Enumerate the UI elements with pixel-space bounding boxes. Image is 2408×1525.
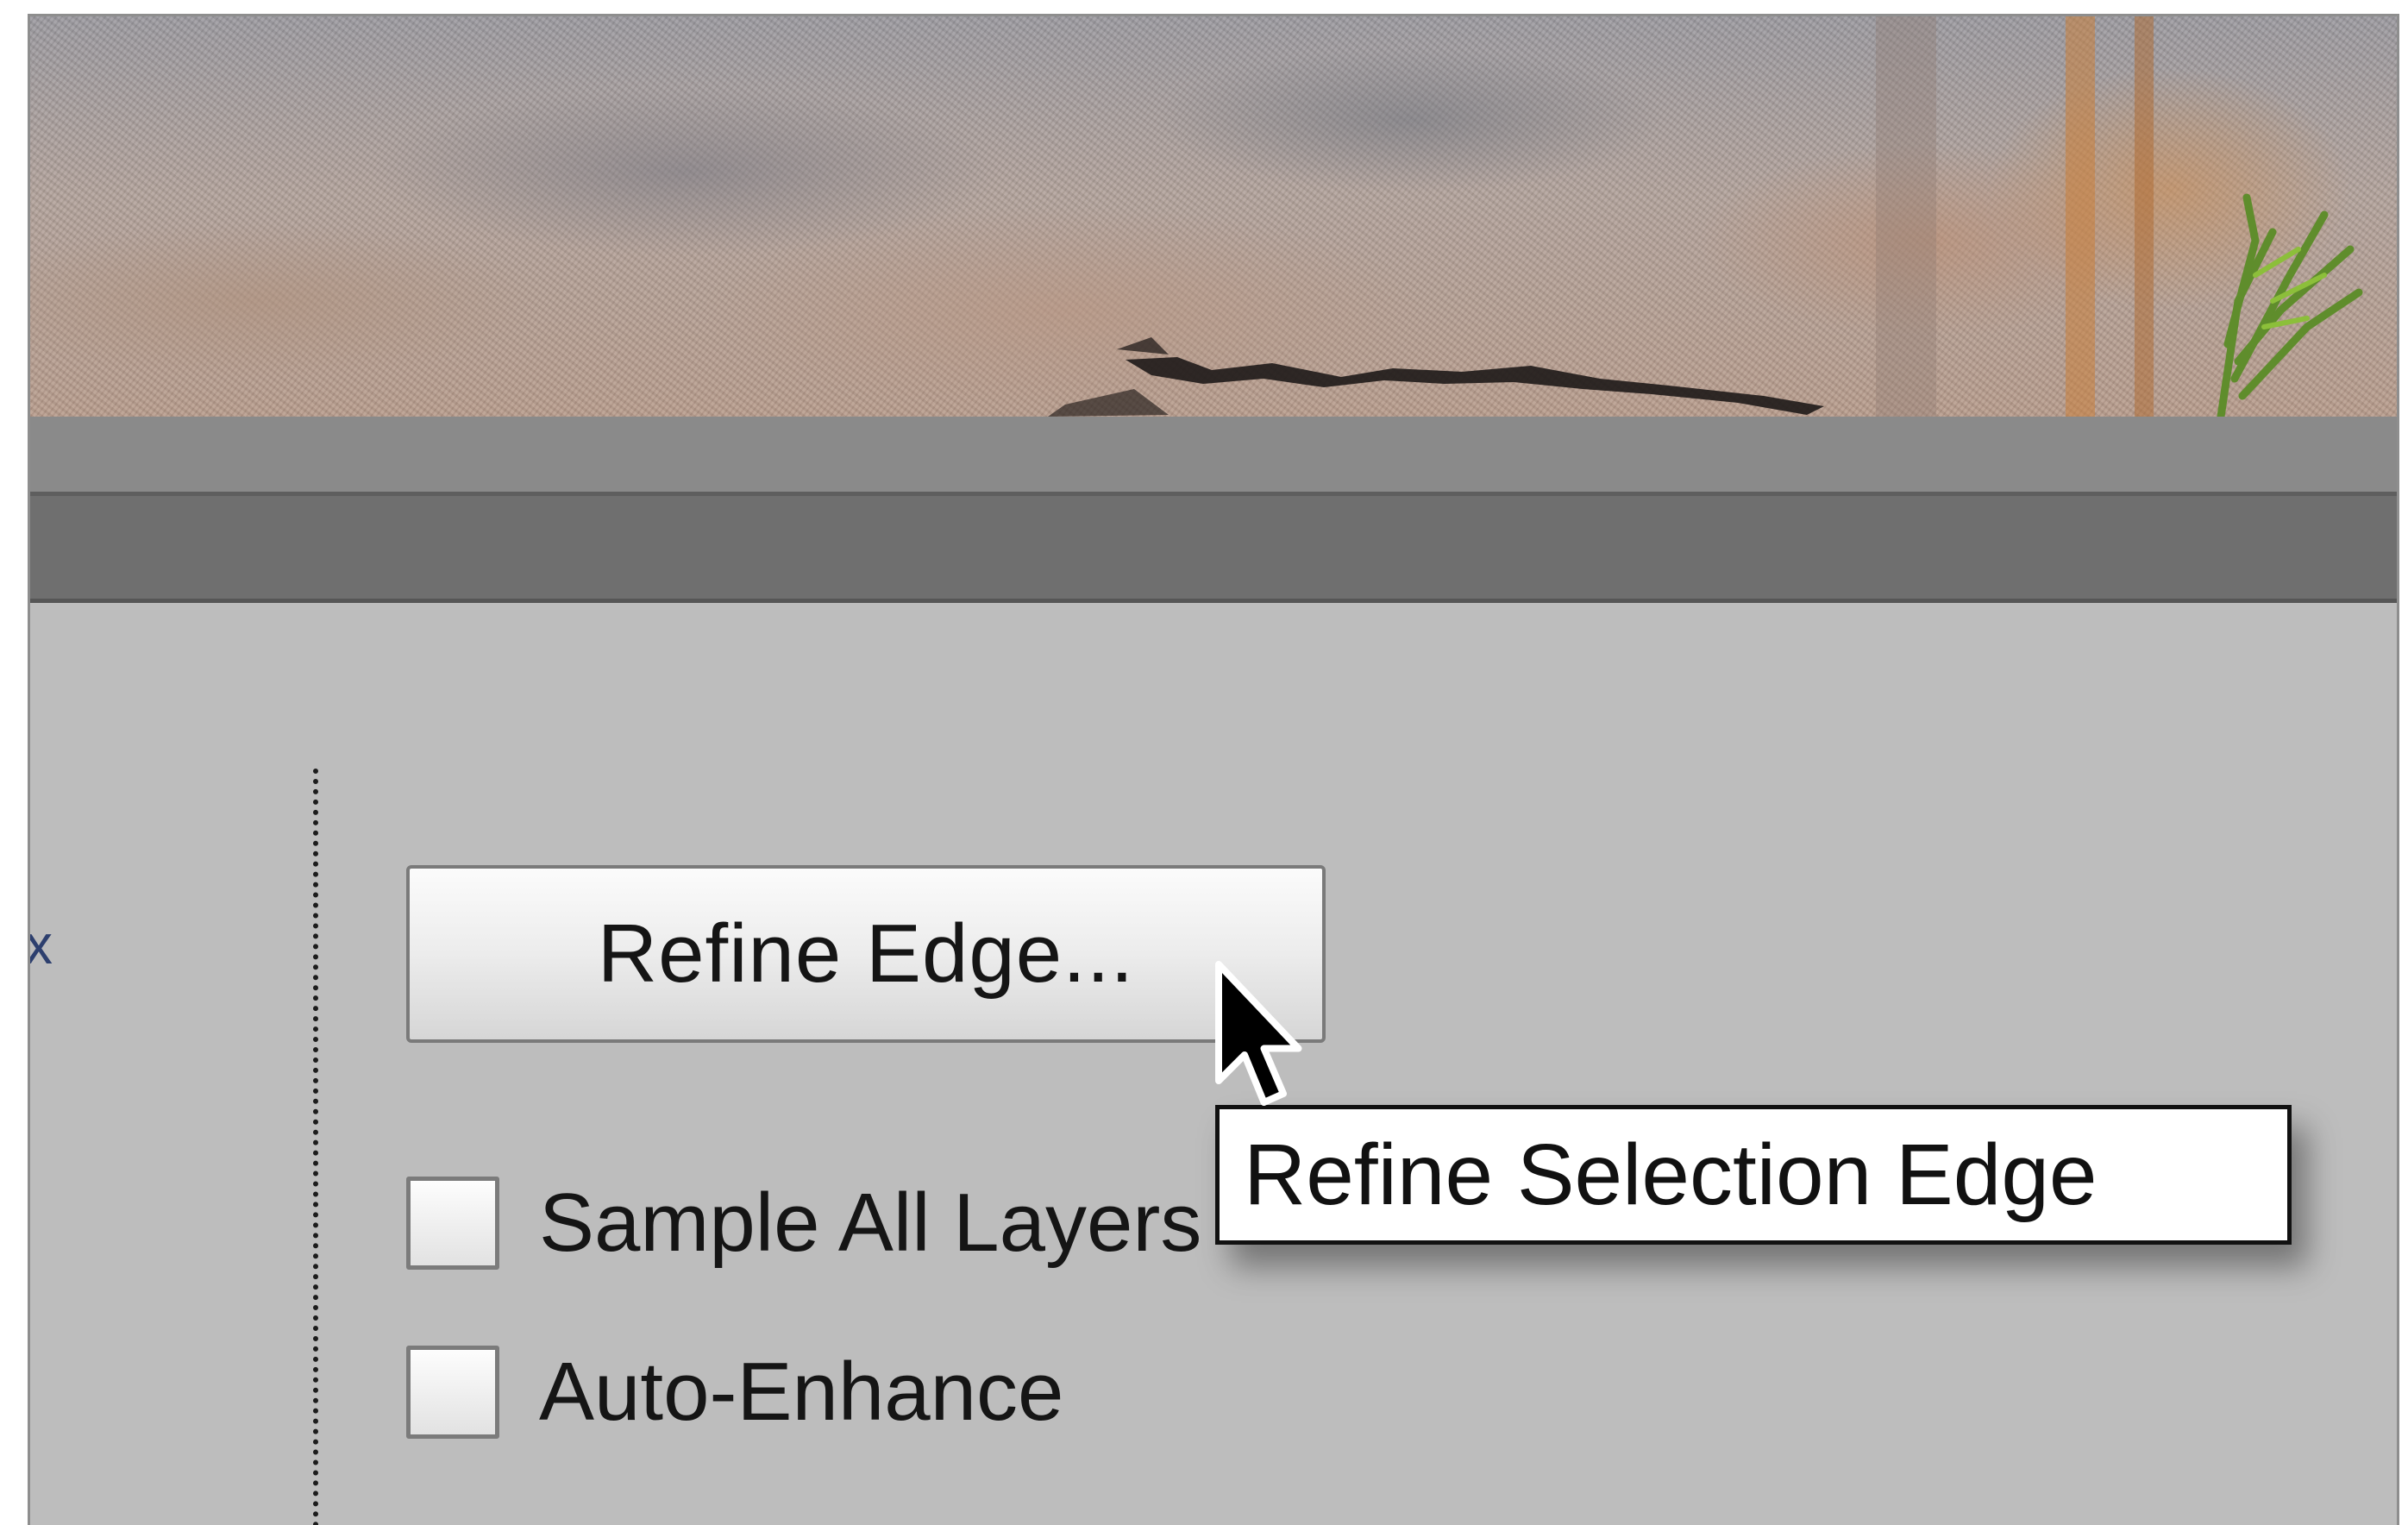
dotted-separator — [313, 769, 318, 1525]
image-canvas[interactable] — [30, 16, 2397, 417]
partial-icon: x — [28, 913, 53, 976]
sample-all-layers-option[interactable]: Sample All Layers — [406, 1176, 1201, 1271]
panel-divider-bar — [30, 496, 2397, 603]
refine-edge-tooltip: Refine Selection Edge — [1215, 1105, 2292, 1245]
rock-image-detail — [1048, 16, 2363, 417]
auto-enhance-checkbox[interactable] — [406, 1346, 499, 1439]
arrow-cursor-icon — [1210, 960, 1305, 1120]
auto-enhance-label[interactable]: Auto-Enhance — [539, 1345, 1063, 1440]
photoshop-window: x Refine Edge... Sample All Layers Auto-… — [28, 14, 2399, 1525]
sample-all-layers-label[interactable]: Sample All Layers — [539, 1176, 1201, 1271]
sample-all-layers-checkbox[interactable] — [406, 1177, 499, 1270]
document-tab-bar — [30, 417, 2397, 496]
refine-edge-button[interactable]: Refine Edge... — [406, 865, 1326, 1043]
auto-enhance-option[interactable]: Auto-Enhance — [406, 1345, 1063, 1440]
